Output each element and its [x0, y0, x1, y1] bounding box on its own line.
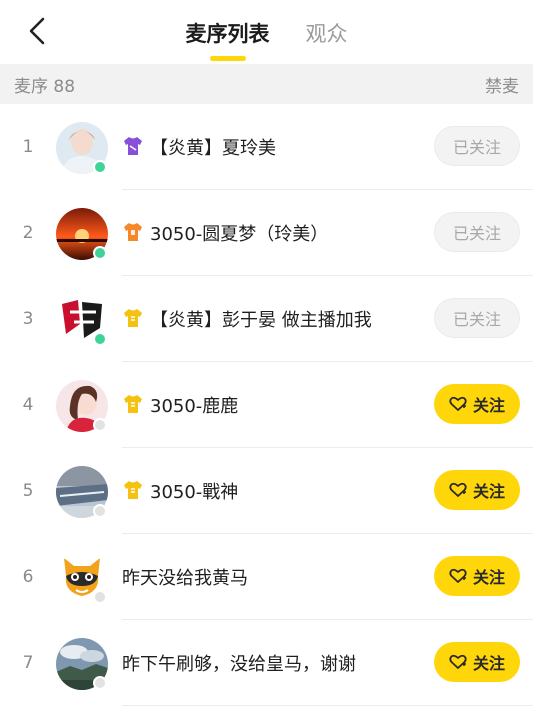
follow-button[interactable]: 关注	[434, 642, 520, 682]
list-item[interactable]: 1 【炎黄】夏玲美 已关注	[0, 104, 533, 190]
tab-mic-list[interactable]: 麦序列表	[186, 16, 270, 61]
follow-label: 关注	[472, 568, 505, 587]
shirt-orange-icon	[124, 223, 142, 241]
user-name[interactable]: 昨下午刷够，没给皇马，谢谢	[122, 620, 356, 706]
list-item[interactable]: 3 【炎黄】彭于晏 做主播加我 已关注	[0, 276, 533, 362]
user-name[interactable]: 3050-鹿鹿	[150, 362, 238, 448]
list-item[interactable]: 7 昨下午刷够，没给皇马，谢谢 关注	[0, 620, 533, 706]
list-item[interactable]: 5 3050-戰神 关注	[0, 448, 533, 534]
heart-plus-icon	[449, 396, 467, 411]
list-item[interactable]: 4 3050-鹿鹿 关注	[0, 362, 533, 448]
heart-plus-icon	[449, 654, 467, 669]
follow-label: 已关注	[452, 310, 501, 329]
tab-bar: 麦序列表 观众	[0, 0, 533, 64]
shirt-yellow-icon	[124, 395, 142, 413]
user-name[interactable]: 【炎黄】彭于晏 做主播加我	[150, 276, 372, 362]
top-header: 麦序列表 观众	[0, 0, 533, 64]
queue-index: 1	[22, 137, 34, 157]
offline-status-dot	[93, 504, 107, 518]
user-name[interactable]: 昨天没给我黄马	[122, 534, 248, 620]
follow-button[interactable]: 关注	[434, 556, 520, 596]
mic-queue-list: 1 【炎黄】夏玲美 已关注 2 3050-圆夏梦（玲美） 已关注 3 【炎黄】彭…	[0, 104, 533, 706]
heart-plus-icon	[449, 568, 467, 583]
follow-label: 关注	[472, 396, 505, 415]
user-name[interactable]: 3050-圆夏梦（玲美）	[150, 190, 328, 276]
follow-label: 关注	[472, 654, 505, 673]
offline-status-dot	[93, 676, 107, 690]
mute-mic-button[interactable]: 禁麦	[485, 72, 519, 97]
online-status-dot	[93, 332, 107, 346]
list-item[interactable]: 6 昨天没给我黄马 关注	[0, 534, 533, 620]
follow-label: 关注	[472, 482, 505, 501]
followed-button[interactable]: 已关注	[434, 298, 520, 338]
user-name[interactable]: 3050-戰神	[150, 448, 238, 534]
mic-count-label: 麦序 88	[14, 76, 76, 97]
user-name[interactable]: 【炎黄】夏玲美	[150, 104, 276, 190]
queue-index: 6	[22, 567, 34, 587]
queue-index: 2	[22, 223, 34, 243]
queue-index: 3	[22, 309, 34, 329]
shirt-yellow-icon	[124, 309, 142, 327]
shirt-yellow-icon	[124, 481, 142, 499]
follow-button[interactable]: 关注	[434, 470, 520, 510]
followed-button[interactable]: 已关注	[434, 126, 520, 166]
followed-button[interactable]: 已关注	[434, 212, 520, 252]
shirt-purple-icon	[124, 137, 142, 155]
online-status-dot	[93, 160, 107, 174]
offline-status-dot	[93, 590, 107, 604]
queue-index: 4	[22, 395, 34, 415]
follow-button[interactable]: 关注	[434, 384, 520, 424]
follow-label: 已关注	[452, 138, 501, 157]
tab-audience[interactable]: 观众	[306, 16, 348, 48]
queue-index: 7	[22, 653, 34, 673]
queue-index: 5	[22, 481, 34, 501]
mic-list-subbar: 麦序 88 禁麦	[0, 64, 533, 104]
list-item[interactable]: 2 3050-圆夏梦（玲美） 已关注	[0, 190, 533, 276]
offline-status-dot	[93, 418, 107, 432]
follow-label: 已关注	[452, 224, 501, 243]
online-status-dot	[93, 246, 107, 260]
heart-plus-icon	[449, 482, 467, 497]
